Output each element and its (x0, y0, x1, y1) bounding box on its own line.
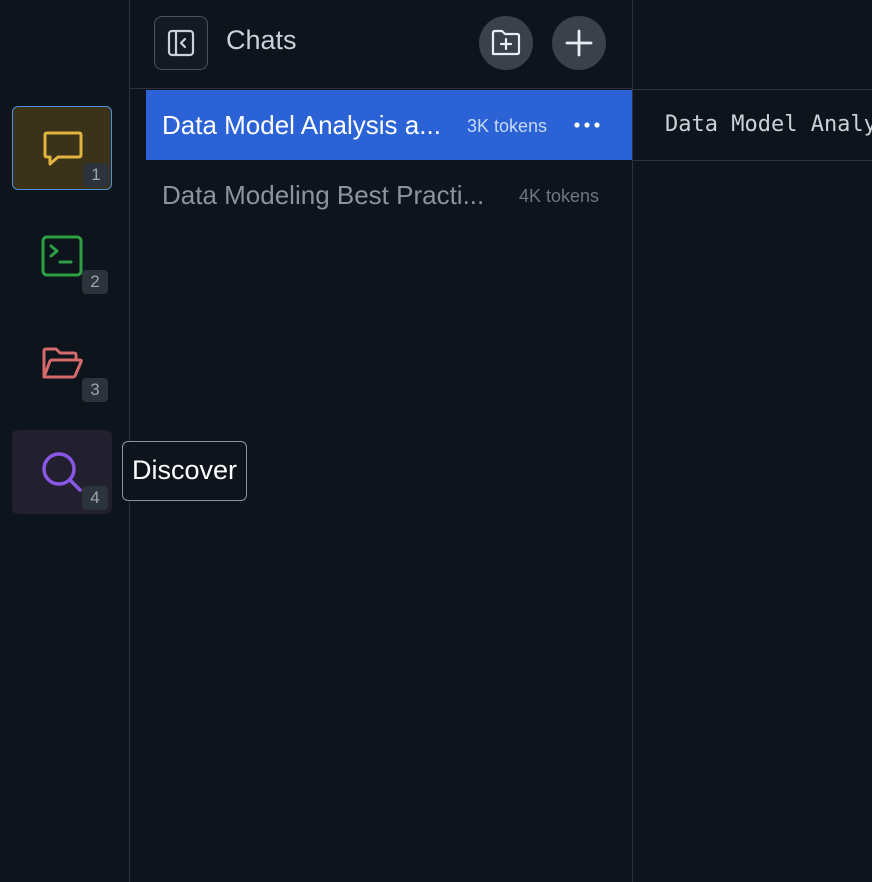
terminal-icon (41, 235, 83, 277)
folder-open-icon (42, 347, 83, 379)
chat-token-count: 3K tokens (467, 116, 548, 136)
chat-title: Data Model Analysis a... (162, 110, 441, 140)
rail-chats-button[interactable]: 1 (12, 106, 112, 190)
app-window: 1 2 3 4 Chats Data Model Analysis a... 3… (0, 0, 872, 882)
activity-rail: 1 2 3 4 (0, 0, 130, 882)
chat-title: Data Modeling Best Practi... (162, 180, 485, 210)
search-icon (42, 452, 82, 492)
rail-terminal-button[interactable]: 2 (12, 214, 112, 298)
discover-tooltip: Discover (122, 441, 248, 501)
rail-discover-button[interactable]: 4 (12, 430, 112, 514)
sidebar-toggle-button[interactable] (154, 16, 208, 70)
rail-badge: 1 (83, 163, 109, 187)
new-chat-button[interactable] (552, 16, 606, 70)
plus-icon (565, 29, 593, 57)
chat-bubble-icon (43, 131, 83, 166)
rail-badge: 3 (82, 378, 108, 402)
more-options-icon[interactable] (572, 114, 602, 136)
chat-list-item[interactable]: Data Modeling Best Practi... 4K tokens (146, 160, 632, 230)
sidebar-collapse-icon (167, 29, 194, 56)
chat-list-item[interactable]: Data Model Analysis a... 3K tokens (146, 90, 632, 160)
chat-token-count: 4K tokens (519, 186, 600, 206)
rail-badge: 4 (82, 486, 108, 510)
rail-files-button[interactable]: 3 (12, 322, 112, 406)
panel-title: Chats (226, 25, 297, 55)
chats-panel-header: Chats (130, 0, 632, 89)
main-area: Data Model Analy (633, 0, 872, 882)
folder-plus-icon (491, 29, 521, 56)
rail-badge: 2 (82, 270, 108, 294)
new-folder-button[interactable] (479, 16, 533, 70)
conversation-header: Data Model Analy (633, 89, 872, 161)
conversation-title: Data Model Analy (665, 112, 872, 137)
